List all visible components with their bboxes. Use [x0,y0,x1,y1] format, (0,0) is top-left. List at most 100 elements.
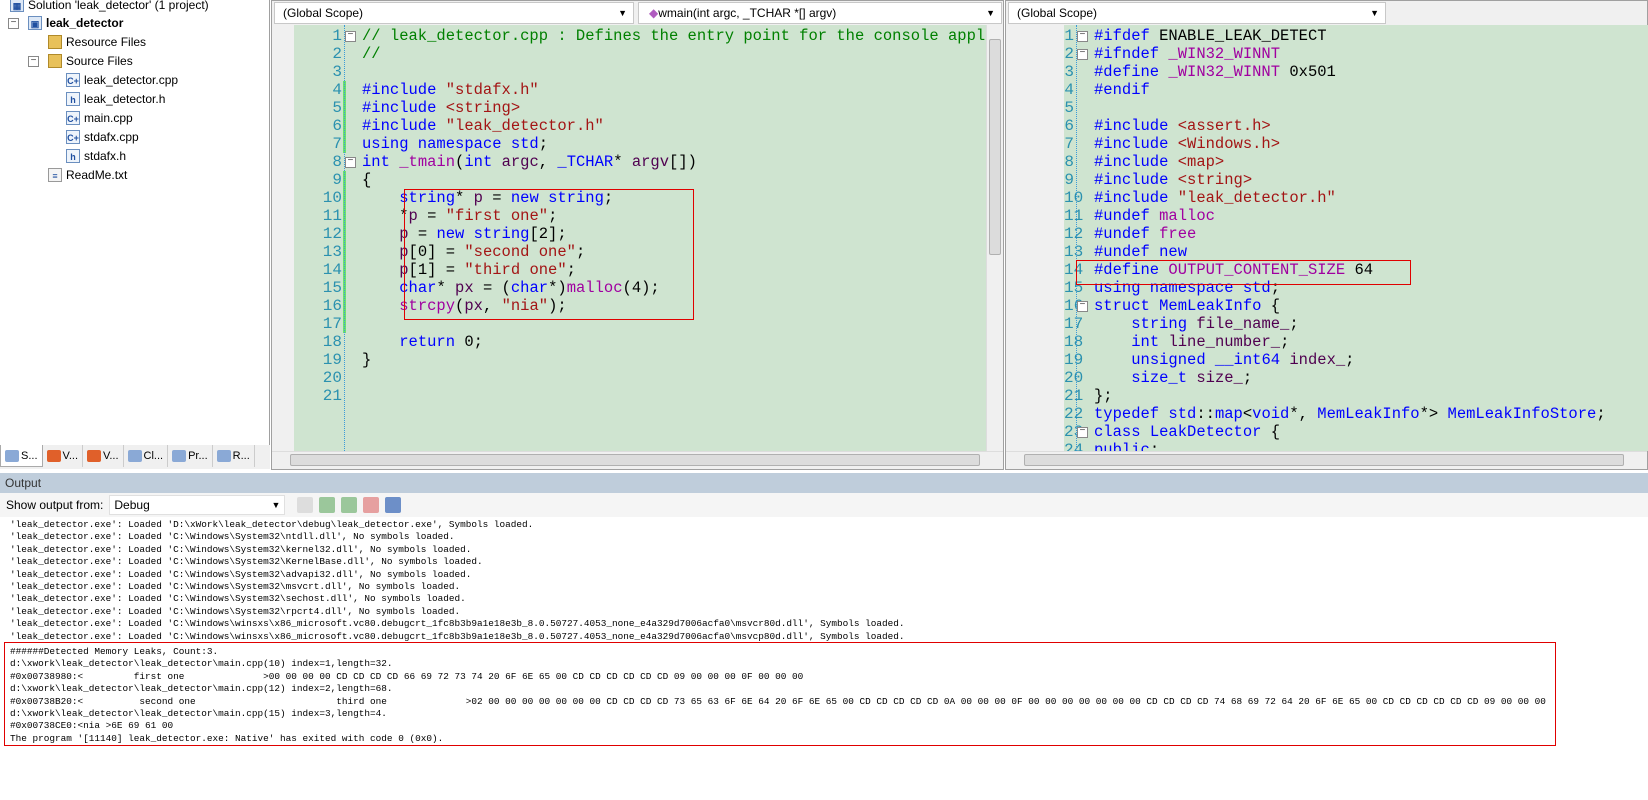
line-number: 7 [332,135,342,153]
output-line: 'leak_detector.exe': Loaded 'C:\Windows\… [10,605,461,617]
code-token: ; [1345,351,1355,369]
code-line: { [362,171,371,189]
code-line: using namespace std; [362,135,548,153]
go-to-line-icon[interactable] [297,497,314,513]
code-token: 0; [464,333,483,351]
line-number: 8 [332,153,342,171]
tree-item[interactable]: ≡ ReadMe.txt [48,166,127,184]
code-token: ENABLE_LEAK_DETECT [1159,27,1327,45]
code-token: { [1261,423,1281,441]
tree-item[interactable]: − ▣ leak_detector [8,14,123,32]
code-token: "stdafx.h" [445,81,539,99]
output-source-select[interactable]: Debug ▼ [109,495,286,515]
output-line: 'leak_detector.exe': Loaded 'C:\Windows\… [10,543,472,555]
scroll-thumb[interactable] [989,39,1001,255]
clear-all-icon[interactable] [363,497,380,513]
code-token: std [1168,405,1197,423]
code-token: } [362,351,372,369]
tree-item-label: Source Files [66,54,133,68]
tree-item[interactable]: ▦ Solution 'leak_detector' (1 project) [10,0,209,14]
collapse-icon[interactable]: − [1077,49,1088,60]
line-number: 8 [1064,153,1074,171]
code-token: }; [1094,387,1113,405]
code-token: #define [1094,63,1169,81]
code-token: 0x501 [1280,63,1336,81]
code-token: typedef [1094,405,1169,423]
tree-item[interactable]: h leak_detector.h [66,90,165,108]
code-token: _WIN32_WINNT [1168,63,1281,81]
code-token: ; [538,135,549,153]
code-token: "leak_detector.h" [445,117,604,135]
tab-label: R... [232,450,250,462]
code-token: string [1131,315,1197,333]
scope-combo[interactable]: (Global Scope) ▼ [1008,2,1386,24]
tab-solution-explorer[interactable]: S... [0,445,43,467]
code-token: *, [1289,405,1318,423]
function-combo[interactable]: ◆wmain(int argc, _TCHAR *[] argv) ▼ [638,2,1002,24]
scope-combo[interactable]: (Global Scope) ▼ [274,2,634,24]
collapse-icon[interactable]: − [345,31,356,42]
code-line: // leak_detector.cpp : Defines the entry… [362,27,986,45]
function-value: wmain(int argc, _TCHAR *[] argv) [658,6,837,20]
code-line: class LeakDetector { [1094,423,1280,441]
code-line: size_t size_; [1094,369,1252,387]
code-token: #include [1094,117,1178,135]
code-token: std [510,135,539,153]
tree-item[interactable]: C+ leak_detector.cpp [66,71,178,89]
text-file-icon: ≡ [48,168,62,182]
line-number: 1 [1064,27,1074,45]
code-token: <string> [445,99,521,117]
collapse-icon[interactable]: − [345,157,356,168]
collapse-icon[interactable]: − [28,56,39,67]
code-line: #endif [1094,81,1150,99]
cpp-file-icon: C+ [66,73,80,87]
tab-label: Cl... [143,450,164,462]
code-token: LeakDetector [1149,423,1262,441]
code-token: ; [1280,333,1290,351]
code-token: free [1159,225,1197,243]
vertical-scrollbar[interactable] [986,25,1002,451]
scope-value: (Global Scope) [283,6,364,20]
leak-report-highlight [4,642,1556,746]
tab-va-outline[interactable]: V... [83,445,124,467]
horizontal-scrollbar[interactable] [1006,451,1647,467]
project-icon: ▣ [28,16,42,30]
collapse-icon[interactable]: − [1077,31,1088,42]
previous-message-icon[interactable] [319,497,336,513]
code-token: size_ [1196,369,1243,387]
scroll-thumb[interactable] [290,454,980,466]
next-message-icon[interactable] [341,497,358,513]
line-number: 6 [1064,117,1074,135]
margin-line [1076,25,1077,451]
tab-va-view[interactable]: V... [43,445,84,467]
tree-item-label: leak_detector.cpp [84,73,179,87]
scroll-thumb[interactable] [1024,454,1624,466]
tree-item-label: Solution 'leak_detector' (1 project) [28,0,209,12]
code-token: < [1242,405,1253,423]
collapse-icon[interactable]: − [1077,427,1088,438]
line-number: 18 [1064,333,1084,351]
horizontal-scrollbar[interactable] [272,451,1003,467]
word-wrap-icon[interactable] [385,497,402,513]
tab-property-manager[interactable]: Pr... [168,445,213,467]
line-number: 15 [322,279,342,297]
tree-item[interactable]: − Source Files [28,52,133,70]
output-toolbar: Show output from: Debug ▼ [0,493,1648,517]
collapse-icon[interactable]: − [8,18,19,29]
collapse-icon[interactable]: − [1077,301,1088,312]
tab-class-view[interactable]: Cl... [124,445,169,467]
line-number: 16 [1064,297,1084,315]
tree-item[interactable]: C+ main.cpp [66,109,133,127]
code-token: int [362,153,400,171]
tree-item[interactable]: h stdafx.h [66,147,126,165]
solution-icon: ▦ [10,0,24,12]
code-area[interactable]: 1−// leak_detector.cpp : Defines the ent… [294,25,986,451]
code-token: MemLeakInfoStore [1447,405,1597,423]
line-number: 5 [1064,99,1074,117]
tool-window-tabs: S... V... V... Cl... Pr... R... [0,445,270,469]
tree-item[interactable]: C+ stdafx.cpp [66,128,139,146]
tab-resource-view[interactable]: R... [213,445,255,467]
code-area[interactable]: 1− #ifdef ENABLE_LEAK_DETECT 2− #ifndef _WI… [1064,25,1648,451]
tree-item[interactable]: Resource Files [48,33,146,51]
